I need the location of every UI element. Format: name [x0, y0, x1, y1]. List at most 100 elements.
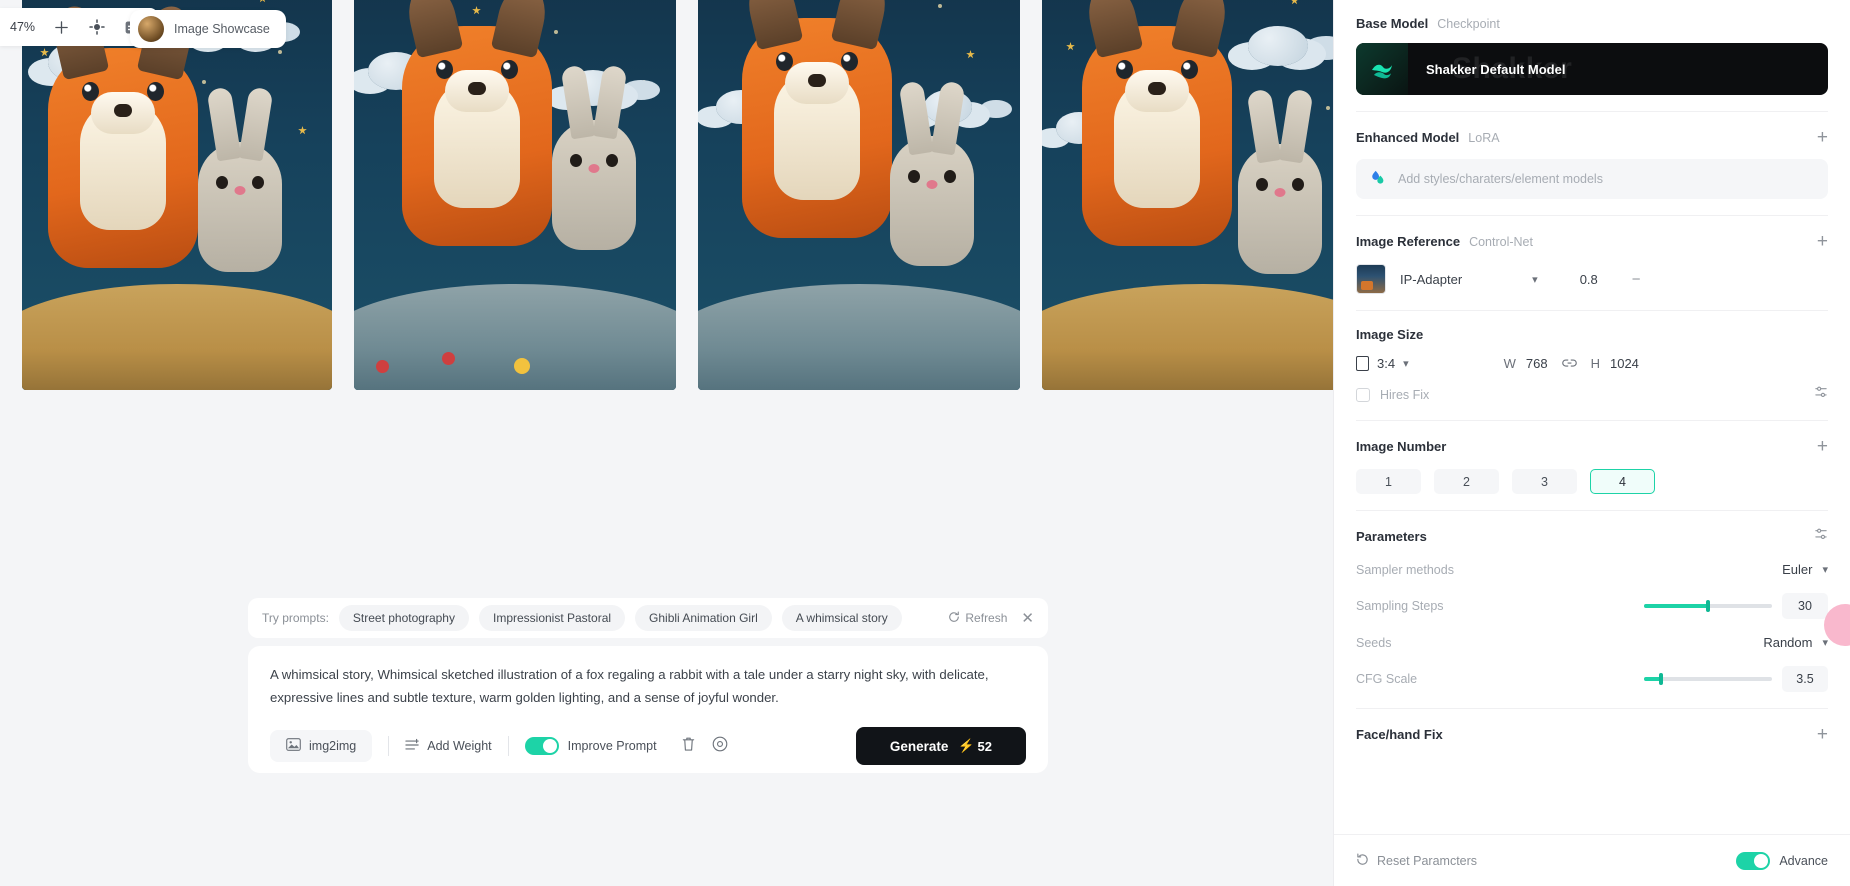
plus-icon[interactable]: + — [1817, 232, 1828, 251]
face-hand-fix-header: Face/hand Fix + — [1356, 725, 1828, 744]
plus-icon[interactable] — [50, 16, 72, 38]
controlnet-type-value: IP-Adapter — [1400, 271, 1463, 287]
aspect-ratio-value[interactable]: 3:4 — [1377, 356, 1395, 371]
base-model-card[interactable]: Shakker Shakker Default Model — [1356, 43, 1828, 95]
chevron-down-icon[interactable]: ▾ — [1403, 357, 1409, 370]
enhanced-model-subtitle: LoRA — [1468, 130, 1500, 145]
plus-icon[interactable]: + — [1817, 128, 1828, 147]
sliders-icon[interactable] — [1814, 527, 1828, 546]
plus-icon[interactable]: + — [1817, 437, 1828, 456]
add-lora-button[interactable]: Add styles/charaters/element models — [1356, 159, 1828, 199]
width-value[interactable]: 768 — [1526, 356, 1548, 371]
width-label: W — [1503, 356, 1516, 371]
prompt-chip-a-whimsical-story[interactable]: A whimsical story — [781, 605, 902, 631]
cfg-scale-slider[interactable] — [1644, 673, 1772, 685]
gallery-image[interactable] — [354, 0, 676, 390]
link-icon[interactable] — [1561, 356, 1577, 371]
bolt-icon: ⚡ — [958, 738, 975, 754]
image-number-option-2[interactable]: 2 — [1434, 469, 1499, 494]
gallery-image[interactable] — [22, 0, 332, 390]
sampling-steps-value[interactable]: 30 — [1782, 593, 1828, 619]
cfg-scale-control: 3.5 — [1644, 666, 1828, 692]
enhanced-model-header: Enhanced Model LoRA + — [1356, 128, 1828, 147]
improve-prompt-toggle[interactable] — [524, 737, 559, 756]
reset-parameters-label: Reset Paramcters — [1377, 853, 1478, 868]
sampling-steps-control: 30 — [1644, 593, 1828, 619]
height-label: H — [1590, 356, 1600, 371]
image-reference-title: Image Reference — [1356, 234, 1461, 249]
controlnet-type-select[interactable]: IP-Adapter ▾ — [1400, 272, 1538, 287]
advance-toggle[interactable] — [1736, 851, 1771, 870]
base-model-thumbnail — [1356, 43, 1408, 95]
img2img-label: img2img — [309, 739, 357, 754]
prompt-chip-street-photography[interactable]: Street photography — [338, 605, 469, 631]
image-number-option-4[interactable]: 4 — [1590, 469, 1655, 494]
sampler-methods-select[interactable]: Euler ▾ — [1782, 562, 1828, 577]
cfg-scale-value[interactable]: 3.5 — [1782, 666, 1828, 692]
generate-cost-value: 52 — [977, 738, 992, 754]
prompt-chip-impressionist-pastoral[interactable]: Impressionist Pastoral — [478, 605, 626, 631]
droplet-icon — [1370, 169, 1386, 190]
trash-icon[interactable] — [681, 736, 696, 757]
chevron-down-icon: ▾ — [1532, 273, 1538, 286]
refresh-icon — [948, 610, 960, 626]
image-size-row: 3:4 ▾ W 768 H 1024 — [1356, 356, 1828, 371]
image-size-title: Image Size — [1356, 327, 1424, 342]
plus-icon[interactable]: + — [1817, 725, 1828, 744]
gear-icon[interactable] — [712, 736, 728, 757]
prompt-panel: Try prompts: Street photography Impressi… — [248, 598, 1048, 774]
divider — [507, 736, 509, 757]
section-face-hand-fix: Face/hand Fix + — [1356, 709, 1828, 760]
section-image-number: Image Number + 1 2 3 4 — [1356, 421, 1828, 511]
image-number-option-3[interactable]: 3 — [1512, 469, 1577, 494]
prompt-input-box[interactable]: A whimsical story, Whimsical sketched il… — [248, 646, 1048, 774]
prompt-chip-ghibli-animation-girl[interactable]: Ghibli Animation Girl — [635, 605, 772, 631]
image-showcase-button[interactable]: Image Showcase — [130, 10, 286, 48]
img2img-button[interactable]: img2img — [270, 730, 373, 763]
generate-cost: ⚡ 52 — [958, 738, 992, 754]
reset-parameters-button[interactable]: Reset Paramcters — [1356, 853, 1477, 869]
chevron-down-icon: ▾ — [1822, 637, 1828, 649]
focus-target-icon[interactable] — [86, 16, 108, 38]
sampling-steps-label: Sampling Steps — [1356, 599, 1444, 613]
height-value[interactable]: 1024 — [1610, 356, 1639, 371]
weight-icon — [405, 738, 420, 755]
close-icon[interactable]: ✕ — [1021, 611, 1034, 626]
advance-toggle-group: Advance — [1736, 851, 1828, 870]
section-base-model: Base Model Checkpoint Shakker Shakker De… — [1356, 0, 1828, 112]
seeds-select[interactable]: Random ▾ — [1763, 635, 1828, 650]
cfg-scale-label: CFG Scale — [1356, 672, 1418, 686]
generated-image-gallery — [22, 0, 1333, 390]
sliders-icon[interactable] — [1814, 385, 1828, 404]
base-model-header: Base Model Checkpoint — [1356, 16, 1828, 31]
minus-icon[interactable]: − — [1632, 271, 1641, 288]
face-hand-fix-title: Face/hand Fix — [1356, 727, 1443, 742]
refresh-prompts-button[interactable]: Refresh — [948, 610, 1007, 626]
add-weight-label: Add Weight — [427, 739, 492, 754]
generate-button[interactable]: Generate ⚡ 52 — [855, 727, 1026, 766]
image-number-title: Image Number — [1356, 439, 1447, 454]
image-fox — [48, 48, 198, 268]
gallery-image[interactable] — [698, 0, 1020, 390]
image-icon — [286, 738, 301, 754]
hires-fix-row[interactable]: Hires Fix — [1356, 385, 1828, 404]
gallery-image[interactable] — [1042, 0, 1333, 390]
prompt-tool-icons — [681, 736, 728, 757]
image-reference-row: IP-Adapter ▾ 0.8 − — [1356, 264, 1828, 294]
controlnet-weight-value[interactable]: 0.8 — [1580, 272, 1598, 287]
section-image-size: Image Size 3:4 ▾ W 768 H 1024 Hires Fix — [1356, 311, 1828, 421]
divider — [388, 736, 390, 757]
image-number-option-1[interactable]: 1 — [1356, 469, 1421, 494]
try-prompts-label: Try prompts: — [262, 611, 329, 625]
seeds-row: Seeds Random ▾ — [1356, 635, 1828, 650]
section-parameters: Parameters Sampler methods Euler ▾ Sampl… — [1356, 511, 1828, 709]
parameters-header: Parameters — [1356, 527, 1828, 546]
hires-fix-checkbox[interactable] — [1356, 387, 1370, 402]
sampling-steps-slider[interactable] — [1644, 600, 1772, 612]
sampler-methods-label: Sampler methods — [1356, 562, 1454, 577]
reset-icon — [1356, 853, 1369, 869]
add-weight-button[interactable]: Add Weight — [405, 738, 492, 755]
prompt-text[interactable]: A whimsical story, Whimsical sketched il… — [270, 664, 1015, 709]
reference-image-thumbnail[interactable] — [1356, 264, 1386, 294]
image-number-header: Image Number + — [1356, 437, 1828, 456]
